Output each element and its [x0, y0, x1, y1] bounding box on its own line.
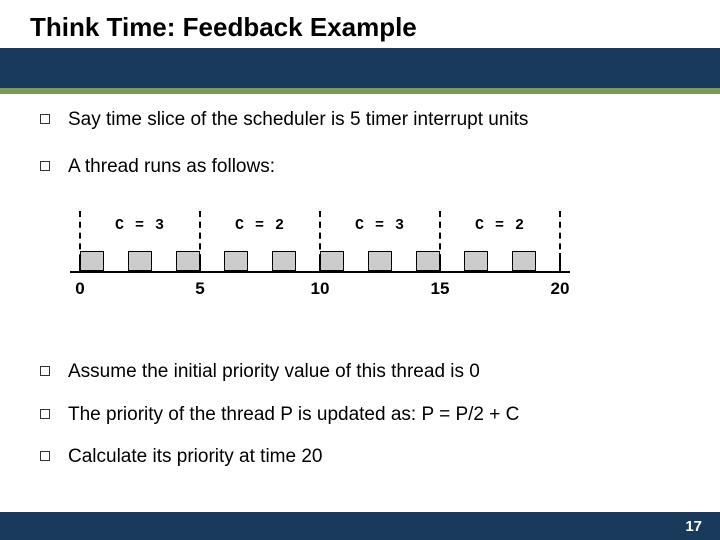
footer-band: 17: [0, 512, 720, 540]
segment-c-label: C = 3: [355, 217, 405, 234]
header-band: [0, 48, 720, 88]
segment-divider: [559, 211, 561, 271]
bullet-item: A thread runs as follows:: [40, 155, 680, 180]
slide-title: Think Time: Feedback Example: [30, 12, 417, 43]
accent-bar: [0, 88, 720, 94]
burst-box: [80, 251, 104, 271]
square-bullet-icon: [40, 409, 50, 419]
timeline-tick-label: 5: [195, 279, 204, 299]
segment-c-label: C = 2: [475, 217, 525, 234]
timeline-tick-label: 10: [311, 279, 330, 299]
square-bullet-icon: [40, 161, 50, 171]
burst-box: [512, 251, 536, 271]
segment-divider: [199, 211, 201, 271]
burst-box: [368, 251, 392, 271]
burst-box: [464, 251, 488, 271]
burst-box: [416, 251, 440, 271]
bullet-text: A thread runs as follows:: [68, 155, 275, 180]
bullet-text: Calculate its priority at time 20: [68, 445, 323, 470]
page-number: 17: [685, 518, 702, 535]
bullet-item: The priority of the thread P is updated …: [40, 403, 680, 428]
lower-bullets: Assume the initial priority value of thi…: [40, 360, 680, 488]
bullet-item: Say time slice of the scheduler is 5 tim…: [40, 108, 680, 133]
content-area: Say time slice of the scheduler is 5 tim…: [40, 108, 680, 345]
timeline-tick-label: 0: [75, 279, 84, 299]
timeline-diagram: 0 5 10 15 20 C = 3 C = 2 C = 3 C = 2: [70, 201, 590, 321]
bullet-text: Assume the initial priority value of thi…: [68, 360, 480, 385]
timeline-tick-label: 20: [551, 279, 570, 299]
square-bullet-icon: [40, 114, 50, 124]
segment-c-label: C = 3: [115, 217, 165, 234]
square-bullet-icon: [40, 366, 50, 376]
bullet-item: Assume the initial priority value of thi…: [40, 360, 680, 385]
bullet-item: Calculate its priority at time 20: [40, 445, 680, 470]
burst-box: [224, 251, 248, 271]
segment-divider: [439, 211, 441, 271]
burst-box: [176, 251, 200, 271]
burst-box: [128, 251, 152, 271]
burst-box: [320, 251, 344, 271]
square-bullet-icon: [40, 451, 50, 461]
bullet-text: The priority of the thread P is updated …: [68, 403, 519, 428]
burst-box: [272, 251, 296, 271]
bullet-text: Say time slice of the scheduler is 5 tim…: [68, 108, 528, 133]
segment-c-label: C = 2: [235, 217, 285, 234]
timeline-tick-label: 15: [431, 279, 450, 299]
